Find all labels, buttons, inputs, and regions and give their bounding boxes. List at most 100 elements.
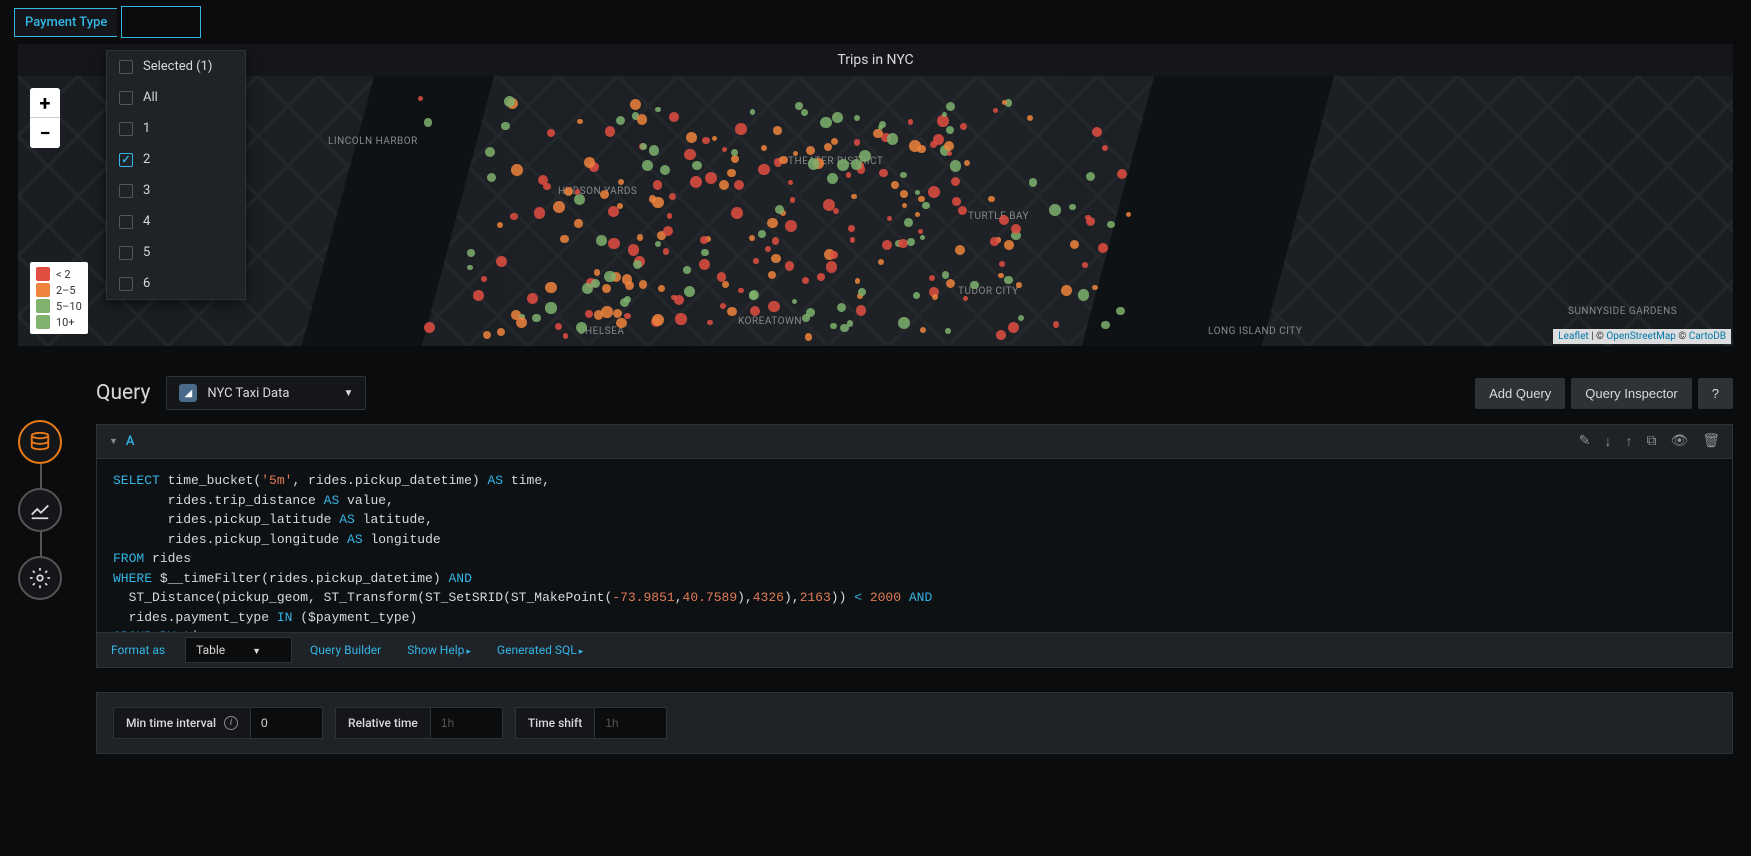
dropdown-all-label: All: [143, 90, 158, 105]
dropdown-option-label: 6: [143, 276, 150, 291]
payment-type-dropdown: Selected (1) All 1 2345 6: [106, 50, 246, 300]
query-inspector-button[interactable]: Query Inspector: [1571, 378, 1692, 409]
map-data-point: [532, 314, 540, 322]
map-data-point: [1016, 282, 1022, 288]
chevron-right-icon: ▸: [466, 647, 471, 657]
map-data-point: [642, 160, 653, 171]
filter-value-input[interactable]: [121, 6, 201, 38]
map-data-point: [596, 235, 606, 245]
format-select[interactable]: Table ▼: [185, 637, 292, 663]
map-data-point: [1116, 307, 1124, 315]
edit-icon[interactable]: ✎: [1579, 433, 1591, 450]
map-data-point: [848, 225, 855, 232]
map-data-point: [574, 219, 582, 227]
map-data-point: [749, 235, 755, 241]
show-help-link[interactable]: Show Help▸: [399, 637, 479, 663]
info-icon[interactable]: i: [224, 716, 238, 730]
dropdown-option[interactable]: 5: [107, 237, 245, 268]
filter-label: Payment Type: [14, 8, 117, 37]
datasource-tab-icon[interactable]: [18, 420, 62, 464]
dropdown-all-option[interactable]: All: [107, 82, 245, 113]
map-data-point: [594, 269, 600, 275]
map-data-point: [846, 172, 852, 178]
dropdown-option[interactable]: 6: [107, 268, 245, 299]
map-data-point: [575, 189, 580, 194]
visualization-tab-icon[interactable]: [18, 488, 62, 532]
map-data-point: [837, 159, 849, 171]
generated-sql-link[interactable]: Generated SQL▸: [489, 637, 591, 663]
move-down-icon[interactable]: ↓: [1604, 433, 1611, 450]
map-data-point: [1086, 172, 1095, 181]
map-data-point: [543, 183, 550, 190]
map-data-point: [735, 123, 747, 135]
duplicate-icon[interactable]: ⧉: [1646, 433, 1656, 450]
query-builder-link[interactable]: Query Builder: [302, 637, 389, 663]
time-shift-input[interactable]: [594, 708, 666, 738]
map-data-point: [856, 305, 866, 315]
zoom-control: + −: [30, 88, 60, 148]
map-data-point: [898, 239, 908, 249]
map-data-point: [749, 291, 758, 300]
dropdown-selected-header[interactable]: Selected (1): [107, 51, 245, 82]
settings-tab-icon[interactable]: [18, 556, 62, 600]
map-data-point: [649, 195, 656, 202]
dropdown-option[interactable]: 3: [107, 175, 245, 206]
zoom-in-button[interactable]: +: [30, 88, 60, 118]
dropdown-option-label: 1: [143, 121, 150, 136]
carto-link[interactable]: CartoDB: [1689, 331, 1726, 342]
query-row-header[interactable]: ▼ A ✎ ↓ ↑ ⧉ 👁 🗑: [96, 424, 1733, 458]
map-data-point: [624, 313, 630, 319]
min-time-input[interactable]: [250, 708, 322, 738]
move-up-icon[interactable]: ↑: [1625, 433, 1632, 450]
leaflet-link[interactable]: Leaflet: [1558, 331, 1588, 342]
map-data-point: [727, 307, 737, 317]
map-data-point: [851, 159, 861, 169]
relative-time-input[interactable]: [430, 708, 502, 738]
checkbox-icon: [119, 60, 133, 74]
sql-editor[interactable]: SELECT time_bucket('5m', rides.pickup_da…: [96, 458, 1733, 633]
map-data-point: [964, 160, 970, 166]
map-data-point: [683, 266, 691, 274]
map-neighborhood-label: LINCOLN HARBOR: [328, 136, 418, 147]
chevron-right-icon: ▸: [579, 647, 584, 657]
map-data-point: [633, 260, 642, 269]
legend-swatch: [36, 267, 50, 281]
map-data-point: [945, 328, 951, 334]
osm-link[interactable]: OpenStreetMap: [1606, 331, 1676, 342]
map-data-point: [722, 281, 729, 288]
map-data-point: [630, 99, 641, 110]
datasource-select[interactable]: ◢ NYC Taxi Data ▼: [166, 376, 366, 410]
collapse-caret-icon: ▼: [109, 436, 118, 447]
map-data-point: [898, 317, 910, 329]
map-data-point: [418, 96, 423, 101]
checkbox-icon: [119, 246, 133, 260]
chart-icon: [29, 499, 51, 521]
map-viewport[interactable]: LINCOLN HARBORHUDSON YARDSCHELSEATHEATER…: [18, 76, 1733, 346]
add-query-button[interactable]: Add Query: [1475, 378, 1565, 409]
map-data-point: [937, 115, 949, 127]
zoom-out-button[interactable]: −: [30, 118, 60, 148]
query-header: Query ◢ NYC Taxi Data ▼ Add Query Query …: [96, 376, 1733, 410]
min-time-interval-group: Min time interval i: [113, 707, 323, 739]
query-help-button[interactable]: ?: [1698, 378, 1733, 409]
map-data-point: [473, 290, 484, 301]
map-data-point: [802, 314, 810, 322]
dropdown-option[interactable]: 1: [107, 113, 245, 144]
map-data-point: [854, 115, 860, 121]
map-data-point: [750, 306, 760, 316]
map-data-point: [690, 176, 702, 188]
map-data-point: [1092, 127, 1102, 137]
map-data-point: [830, 323, 836, 329]
checkbox-icon: [119, 122, 133, 136]
delete-icon[interactable]: 🗑: [1702, 433, 1720, 450]
map-data-point: [483, 331, 491, 339]
map-data-point: [628, 244, 639, 255]
map-data-point: [1061, 285, 1072, 296]
visibility-icon[interactable]: 👁: [1670, 433, 1688, 450]
map-data-point: [955, 245, 966, 256]
map-data-point: [669, 112, 679, 122]
dropdown-option[interactable]: 4: [107, 206, 245, 237]
map-neighborhood-label: TUDOR CITY: [958, 286, 1019, 297]
map-data-point: [731, 155, 739, 163]
dropdown-option[interactable]: 2: [107, 144, 245, 175]
